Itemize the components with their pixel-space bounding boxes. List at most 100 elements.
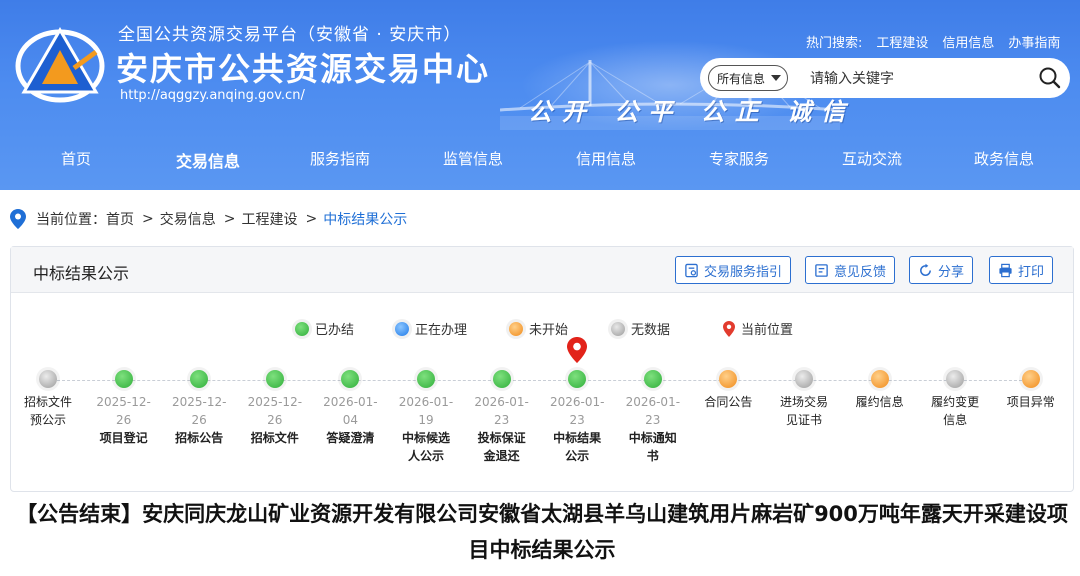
trade-guide-label: 交易服务指引	[704, 264, 783, 280]
timeline-step[interactable]: 2025-12- 26 招标公告	[161, 370, 237, 447]
search-button[interactable]	[1030, 58, 1070, 98]
search-scope-value: 所有信息	[717, 71, 766, 86]
step-date: 2026-01- 23	[474, 395, 529, 427]
search-icon	[1039, 67, 1061, 89]
step-label: 招标公告	[175, 431, 224, 445]
step-status-green-icon	[492, 370, 511, 388]
site-header: 全国公共资源交易平台（安徽省 · 安庆市） 安庆市公共资源交易中心 http:/…	[0, 0, 1080, 190]
step-label: 答疑澄清	[326, 431, 375, 445]
breadcrumb-separator: >	[223, 211, 236, 227]
site-title: 安庆市公共资源交易中心	[116, 50, 491, 88]
step-label: 项目异常	[1006, 395, 1055, 409]
nav-interaction[interactable]: 互动交流	[842, 148, 902, 169]
step-label: 合同公告	[704, 395, 753, 409]
share-icon	[920, 263, 931, 276]
timeline-step[interactable]: 项目异常	[993, 370, 1069, 411]
step-label: 中标结果 公示	[553, 431, 602, 463]
nav-supervision[interactable]: 监管信息	[443, 148, 503, 169]
breadcrumb: 当前位置： 首页 > 交易信息 > 工程建设 > 中标结果公示	[10, 208, 407, 230]
step-status-green-icon	[190, 370, 209, 388]
nav-credit[interactable]: 信用信息	[576, 148, 636, 169]
step-label: 中标候选 人公示	[401, 431, 450, 463]
step-status-green-icon	[265, 370, 284, 388]
guide-icon	[685, 263, 698, 277]
nav-home[interactable]: 首页	[61, 148, 91, 169]
legend-no-data: 无数据	[611, 319, 670, 338]
step-status-green-icon	[568, 370, 587, 388]
legend-not-started-label: 未开始	[529, 323, 569, 338]
timeline-step[interactable]: 2026-01- 04 答疑澄清	[312, 370, 388, 447]
announcement-title: 【公告结束】安庆同庆龙山矿业资源开发有限公司安徽省太湖县羊乌山建筑用片麻岩矿90…	[16, 502, 1068, 562]
nav-service-guide[interactable]: 服务指南	[310, 148, 370, 169]
step-status-green-icon	[341, 370, 360, 388]
step-label: 招标文件	[250, 431, 299, 445]
feedback-icon	[815, 263, 828, 277]
feedback-button[interactable]: 意见反馈	[805, 256, 896, 284]
status-no-data-icon	[611, 321, 625, 336]
step-date: 2026-01- 23	[549, 395, 605, 427]
breadcrumb-engineering[interactable]: 工程建设	[241, 209, 297, 229]
step-status-orange-icon	[870, 370, 889, 388]
site-logo-icon	[15, 27, 105, 103]
current-position-icon	[723, 320, 735, 337]
step-status-gray-icon	[946, 370, 965, 388]
nav-trade-info[interactable]: 交易信息	[176, 148, 240, 172]
timeline-step[interactable]: 2025-12- 26 项目登记	[86, 370, 162, 447]
legend-done-label: 已办结	[315, 323, 355, 338]
step-status-gray-icon	[795, 370, 813, 388]
legend-in-progress-label: 正在办理	[415, 323, 468, 338]
breadcrumb-home[interactable]: 首页	[106, 209, 134, 229]
nav-expert[interactable]: 专家服务	[709, 148, 769, 169]
timeline-step[interactable]: 2026-01- 19 中标候选 人公示	[388, 370, 464, 465]
breadcrumb-trade-info[interactable]: 交易信息	[160, 209, 216, 229]
breadcrumb-separator: >	[142, 211, 154, 227]
step-label: 项目登记	[99, 431, 148, 445]
timeline-step[interactable]: 履约变更 信息	[917, 370, 993, 429]
timeline-step[interactable]: 进场交易 见证书	[766, 370, 842, 429]
timeline-step[interactable]: 2026-01- 23 中标结果 公示	[539, 370, 615, 465]
step-label: 招标文件 预公示	[23, 395, 72, 427]
site-url[interactable]: http://aqggzy.anqing.gov.cn/	[120, 88, 305, 103]
feedback-label: 意见反馈	[834, 264, 887, 280]
legend-done: 已办结	[295, 319, 354, 338]
step-date: 2025-12- 26	[247, 395, 303, 427]
step-status-orange-icon	[1021, 370, 1040, 388]
step-date: 2026-01- 19	[398, 395, 454, 427]
hot-link-guide[interactable]: 办事指南	[1008, 32, 1060, 51]
timeline-step[interactable]: 合同公告	[690, 370, 766, 411]
step-date: 2025-12- 26	[96, 395, 151, 427]
timeline-step[interactable]: 2026-01- 23 中标通知书	[615, 370, 691, 465]
timeline-step[interactable]: 招标文件 预公示	[10, 370, 86, 429]
step-status-green-icon	[417, 370, 435, 388]
platform-line: 全国公共资源交易平台（安徽省 · 安庆市）	[118, 25, 462, 45]
legend-not-started: 未开始	[509, 319, 568, 338]
step-date: 2025-12- 26	[171, 395, 227, 427]
print-button[interactable]: 打印	[989, 256, 1054, 284]
status-legend: 已办结 正在办理 未开始 无数据 当前位置	[11, 319, 1073, 339]
search-box: 所有信息 请输入关键字	[700, 58, 1070, 98]
status-in-progress-icon	[395, 321, 409, 336]
hot-link-engineering[interactable]: 工程建设	[876, 32, 928, 51]
step-label: 投标保证 金退还	[477, 431, 526, 463]
legend-no-data-label: 无数据	[631, 323, 671, 338]
nav-government[interactable]: 政务信息	[974, 148, 1034, 169]
step-label: 履约变更 信息	[931, 395, 980, 427]
step-label: 进场交易 见证书	[779, 395, 828, 427]
hot-search: 热门搜索: 工程建设 信用信息 办事指南	[806, 32, 1060, 51]
current-step-pin-icon	[567, 337, 587, 363]
timeline-step[interactable]: 2025-12- 26 招标文件	[237, 370, 313, 447]
step-status-gray-icon	[39, 370, 57, 388]
trade-guide-button[interactable]: 交易服务指引	[675, 256, 792, 284]
timeline-step[interactable]: 履约信息	[842, 370, 918, 411]
share-button[interactable]: 分享	[909, 256, 974, 284]
timeline-step[interactable]: 2026-01- 23 投标保证 金退还	[464, 370, 540, 465]
step-date: 2026-01- 23	[625, 395, 681, 427]
breadcrumb-current[interactable]: 中标结果公示	[323, 209, 407, 229]
hot-link-credit[interactable]: 信用信息	[942, 32, 994, 51]
legend-in-progress: 正在办理	[395, 319, 467, 338]
step-status-orange-icon	[719, 370, 738, 388]
print-label: 打印	[1018, 264, 1045, 280]
search-scope-select[interactable]: 所有信息	[708, 65, 789, 91]
search-input[interactable]: 请输入关键字	[810, 68, 1030, 88]
panel-title: 中标结果公示	[33, 264, 130, 283]
